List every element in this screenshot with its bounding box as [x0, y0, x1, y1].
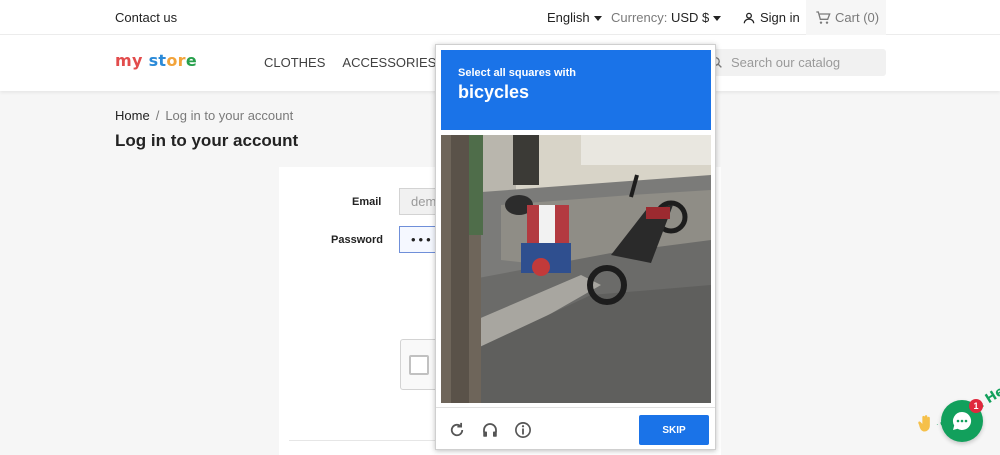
cart-count: (0)	[863, 10, 880, 25]
captcha-tile[interactable]	[645, 135, 711, 201]
cart-label: Cart	[835, 10, 860, 25]
chat-bubble-icon	[952, 411, 972, 430]
sign-in-link[interactable]: Sign in	[742, 10, 800, 25]
captcha-tile[interactable]	[645, 338, 711, 404]
store-logo[interactable]: my store	[115, 51, 197, 70]
language-value: English	[547, 10, 590, 25]
nav-item-clothes[interactable]: CLOTHES	[264, 55, 325, 70]
captcha-tile[interactable]	[441, 203, 507, 269]
language-selector[interactable]: English	[547, 10, 602, 25]
captcha-tile[interactable]	[577, 338, 643, 404]
currency-label: Currency:	[611, 10, 668, 25]
captcha-instruction: Select all squares with	[458, 67, 576, 79]
waving-hand-icon	[918, 415, 930, 432]
email-label: Email	[352, 196, 382, 208]
chevron-down-icon	[713, 16, 722, 22]
user-icon	[743, 12, 755, 23]
page-title: Log in to your account	[115, 131, 299, 150]
password-label: Password	[331, 234, 383, 246]
captcha-header: Select all squares with bicycles	[441, 50, 711, 130]
breadcrumb-current: Log in to your account	[165, 108, 294, 123]
captcha-tile[interactable]	[509, 135, 575, 201]
currency-selector[interactable]: Currency: USD $	[611, 10, 722, 25]
cart-button[interactable]: Cart (0)	[806, 0, 886, 35]
breadcrumb-home[interactable]: Home	[115, 108, 150, 123]
audio-icon[interactable]	[481, 421, 499, 439]
main-nav: CLOTHES ACCESSORIES A	[264, 55, 462, 70]
captcha-footer: SKIP	[436, 407, 715, 449]
captcha-tile[interactable]	[441, 270, 507, 336]
chevron-down-icon	[593, 16, 602, 22]
captcha-tile[interactable]	[577, 270, 643, 336]
currency-value: USD $	[670, 10, 710, 25]
captcha-grid	[441, 135, 711, 403]
breadcrumb-separator: /	[155, 108, 160, 123]
nav-item-accessories[interactable]: ACCESSORIES	[342, 55, 436, 70]
cart-icon	[816, 10, 831, 24]
captcha-tile[interactable]	[645, 270, 711, 336]
captcha-tile[interactable]	[577, 203, 643, 269]
recaptcha-checkbox[interactable]	[409, 355, 429, 375]
captcha-tile[interactable]	[441, 338, 507, 404]
search-placeholder: Search our catalog	[731, 55, 841, 70]
skip-button[interactable]: SKIP	[639, 415, 709, 445]
contact-us-link[interactable]: Contact us	[115, 10, 177, 25]
breadcrumb: Home / Log in to your account	[115, 108, 293, 123]
reload-icon[interactable]	[448, 421, 466, 439]
captcha-tile[interactable]	[441, 135, 507, 201]
captcha-tile[interactable]	[509, 203, 575, 269]
captcha-challenge: Select all squares with bicycles SKIP	[435, 44, 716, 450]
captcha-tile[interactable]	[509, 270, 575, 336]
captcha-tile[interactable]	[645, 203, 711, 269]
top-bar: Contact us English Currency: USD $ Sign …	[0, 0, 1000, 35]
chat-notification-badge: 1	[969, 399, 983, 413]
captcha-target: bicycles	[458, 82, 530, 102]
captcha-tile[interactable]	[577, 135, 643, 201]
info-icon[interactable]	[514, 421, 532, 439]
search-input[interactable]: Search our catalog	[700, 49, 886, 76]
captcha-tile[interactable]	[509, 338, 575, 404]
sign-in-label: Sign in	[760, 10, 800, 25]
